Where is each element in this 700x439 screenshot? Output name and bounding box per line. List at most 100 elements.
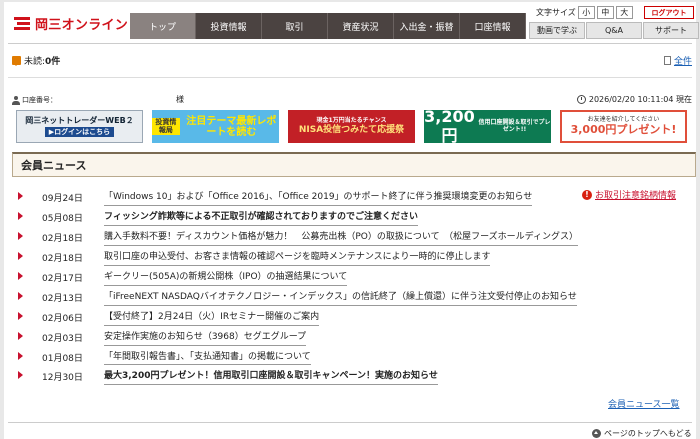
font-size-label: 文字サイズ (536, 8, 576, 17)
news-section-title: 会員ニュース (12, 152, 696, 177)
logout-button[interactable]: ログアウト (644, 6, 694, 19)
news-title-link[interactable]: フィッシング詐欺等による不正取引が確認されておりますのでご注意ください (104, 211, 419, 226)
news-date: 02月18日 (42, 253, 83, 264)
news-date: 02月17日 (42, 273, 83, 284)
logo-text: 岡三オンライン (35, 18, 129, 33)
banner-row: 岡三ネットトレーダーWEB２ ▶ログインはこちら 投資情報局 注目テーマ最新レポ… (16, 110, 687, 143)
news-item: 09月24日 「Windows 10」および「Office 2016」、「Off… (18, 191, 578, 206)
account-number: 口座番号： (12, 95, 57, 105)
banner-referral[interactable]: お友達を紹介してください 3,000円プレゼント! (560, 110, 687, 143)
clock-icon (576, 95, 586, 104)
bullet-arrow-icon (18, 211, 24, 221)
subnav-qa[interactable]: Q&A (586, 22, 642, 39)
subnav-video[interactable]: 動画で学ぶ (529, 22, 585, 39)
news-item: 02月03日 安定操作実施のお知らせ（3968）セグエグループ (18, 331, 578, 346)
news-date: 02月13日 (42, 293, 83, 304)
news-title-link[interactable]: 安定操作実施のお知らせ（3968）セグエグループ (104, 331, 307, 346)
divider (8, 77, 692, 78)
bullet-arrow-icon (18, 271, 24, 281)
arrow-up-icon (592, 429, 601, 438)
bullet-arrow-icon (18, 231, 24, 241)
news-item: 05月08日 フィッシング詐欺等による不正取引が確認されておりますのでご注意くだ… (18, 211, 578, 226)
footer-divider (8, 422, 692, 423)
alert-icon: ! (582, 189, 592, 200)
bullet-arrow-icon (18, 331, 24, 341)
news-title-link[interactable]: 「Windows 10」および「Office 2016」、「Office 201… (104, 191, 533, 206)
news-date: 02月03日 (42, 333, 83, 344)
unread-status[interactable]: 未読: 0件 (12, 54, 60, 67)
news-title-link[interactable]: 取引口座の申込受付、お客さま情報の確認ページを臨時メンテナンスにより一時的に停止… (104, 251, 491, 266)
news-item: 02月17日 ギークリー(505A)の新規公開株（IPO）の抽選結果について (18, 271, 578, 286)
news-date: 12月30日 (42, 373, 83, 384)
nav-trade[interactable]: 取引 (262, 13, 328, 39)
news-item: 02月13日 「iFreeNEXT NASDAQバイオテクノロジー・インデックス… (18, 291, 578, 306)
banner-net-trader-web2[interactable]: 岡三ネットトレーダーWEB２ ▶ログインはこちら (16, 110, 143, 143)
nav-deposit-transfer[interactable]: 入出金・振替 (394, 13, 460, 39)
news-item: 12月30日 最大3,200円プレゼント！信用取引口座開設＆取引キャンペーン！実… (18, 370, 578, 386)
subnav-support[interactable]: サポート (643, 22, 699, 39)
bullet-arrow-icon (18, 371, 24, 380)
banner3-big: NISA投信つみたて応援祭 (298, 124, 405, 135)
okasan-logo-icon (12, 16, 32, 32)
message-icon (12, 56, 21, 66)
sub-nav: 動画で学ぶ Q&A サポート (528, 22, 699, 39)
font-size-small-button[interactable]: 小 (577, 6, 595, 19)
bullet-arrow-icon (18, 192, 24, 201)
banner1-title: 岡三ネットトレーダーWEB２ (25, 115, 134, 125)
back-to-top-label: ページのトップへもどる (604, 429, 692, 438)
main-nav: トップ 投資情報 取引 資産状況 入出金・振替 口座情報 (130, 13, 526, 39)
account-label: 口座番号： (22, 96, 57, 104)
nav-account-info[interactable]: 口座情報 (460, 13, 526, 39)
news-title-link[interactable]: ギークリー(505A)の新規公開株（IPO）の抽選結果について (104, 271, 348, 286)
nav-assets[interactable]: 資産状況 (328, 13, 394, 39)
all-messages-link[interactable]: 全件 (663, 54, 692, 67)
banner-margin-campaign[interactable]: 3,200円 信用口座開設＆取引でプレゼント!! (424, 110, 551, 143)
font-size-medium-button[interactable]: 中 (596, 6, 614, 19)
font-size-control: 文字サイズ 小 中 大 (536, 6, 633, 19)
news-list-link[interactable]: 会員ニュース一覧 (608, 397, 680, 410)
nav-investment-info[interactable]: 投資情報 (196, 13, 262, 39)
news-item: 01月08日 「年間取引報告書」、「支払通知書」の掲載について (18, 351, 578, 366)
banner3-small: 現金1万円当たるチャンス (316, 116, 387, 124)
banner4-big: 3,200円 (424, 110, 475, 143)
current-datetime: 2026/02/20 10:11:04 現在 (576, 94, 692, 105)
datetime-text: 2026/02/20 10:11:04 現在 (588, 95, 692, 104)
banner5-big: 3,000円プレゼント! (570, 122, 677, 136)
news-date: 02月06日 (42, 313, 83, 324)
news-title-link[interactable]: 「iFreeNEXT NASDAQバイオテクノロジー・インデックス」の信託終了（… (104, 291, 577, 306)
news-item: 02月18日 取引口座の申込受付、お客さま情報の確認ページを臨時メンテナンスによ… (18, 251, 578, 266)
news-date: 01月08日 (42, 353, 83, 364)
header-divider (8, 43, 692, 44)
bullet-arrow-icon (18, 351, 24, 361)
news-date: 02月18日 (42, 233, 83, 244)
news-title-link[interactable]: 購入手数料不要！ディスカウント価格が魅力！ 公募売出株（PO）の取扱について （… (104, 231, 578, 246)
news-title-link[interactable]: 「年間取引報告書」、「支払通知書」の掲載について (104, 351, 311, 366)
bullet-arrow-icon (18, 251, 24, 261)
news-date: 05月08日 (42, 213, 83, 224)
caution-stocks-link[interactable]: ! お取引注意銘柄情報 (582, 188, 676, 201)
user-icon (12, 95, 20, 105)
logo[interactable]: 岡三オンライン (12, 14, 128, 33)
news-date: 09月24日 (42, 194, 83, 204)
news-title-link[interactable]: 【受付終了】2月24日（火）IRセミナー開催のご案内 (104, 311, 320, 326)
all-messages-label: 全件 (673, 57, 692, 67)
account-honorific: 様 (176, 95, 184, 104)
bullet-arrow-icon (18, 311, 24, 321)
news-title-link[interactable]: 最大3,200円プレゼント！信用取引口座開設＆取引キャンペーン！実施のお知らせ (104, 370, 438, 386)
caution-label: お取引注意銘柄情報 (595, 191, 677, 201)
banner2-tag: 投資情報局 (152, 117, 180, 136)
page: 岡三オンライン トップ 投資情報 取引 資産状況 入出金・振替 口座情報 文字サ… (4, 2, 699, 439)
unread-label: 未読: (24, 57, 46, 67)
back-to-top-link[interactable]: ページのトップへもどる (592, 428, 692, 439)
banner4-small: 信用口座開設＆取引でプレゼント!! (478, 118, 551, 133)
bullet-arrow-icon (18, 291, 24, 301)
news-item: 02月18日 購入手数料不要！ディスカウント価格が魅力！ 公募売出株（PO）の取… (18, 231, 578, 246)
font-size-large-button[interactable]: 大 (615, 6, 633, 19)
nav-top[interactable]: トップ (130, 13, 196, 39)
banner-nisa[interactable]: 現金1万円当たるチャンス NISA投信つみたて応援祭 (288, 110, 415, 143)
news-list: 09月24日 「Windows 10」および「Office 2016」、「Off… (18, 191, 578, 390)
document-icon (663, 56, 671, 65)
banner-investment-info[interactable]: 投資情報局 注目テーマ最新レポートを読む (152, 110, 279, 143)
banner2-text: 注目テーマ最新レポートを読む (186, 115, 277, 138)
unread-count: 0件 (45, 57, 61, 67)
